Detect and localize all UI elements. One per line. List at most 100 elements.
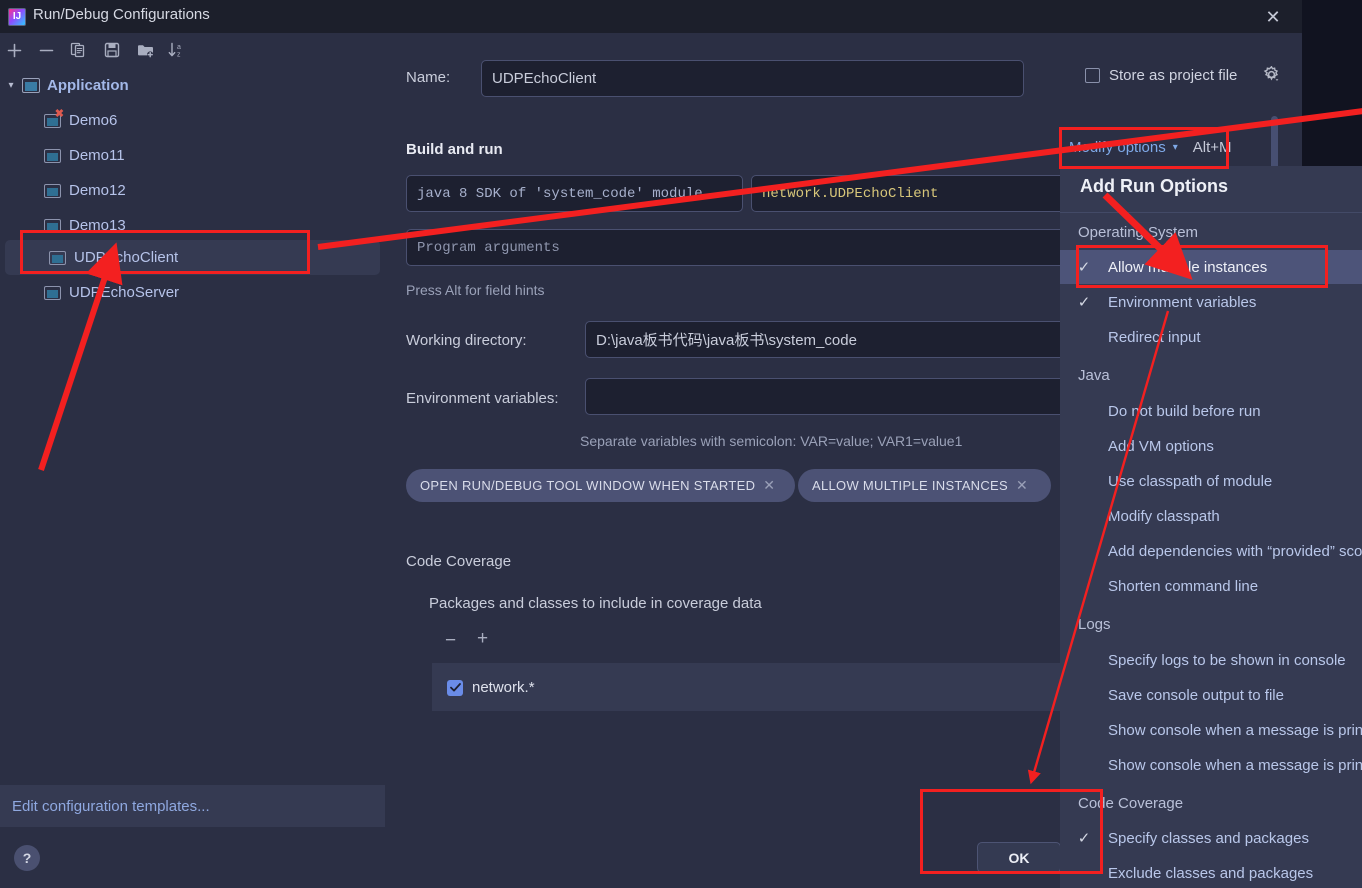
close-icon[interactable]: ✕ — [763, 477, 775, 494]
sidebar-item-demo12[interactable]: Demo12 — [0, 173, 385, 208]
sidebar-item-demo11[interactable]: Demo11 — [0, 138, 385, 173]
menu-item-show-console-stderr[interactable]: Show console when a message is printed t… — [1060, 748, 1362, 782]
sidebar-item-label: Demo12 — [69, 182, 126, 199]
working-directory-label: Working directory: — [406, 332, 527, 349]
menu-item-label: Save console output to file — [1108, 686, 1284, 704]
gear-icon[interactable] — [1263, 65, 1280, 88]
name-label: Name: — [406, 69, 451, 86]
close-icon[interactable]: ✕ — [1016, 477, 1028, 494]
add-icon[interactable] — [0, 34, 28, 66]
coverage-remove-button[interactable]: − — [445, 630, 456, 652]
menu-item-add-vm-options[interactable]: Add VM options — [1060, 429, 1362, 463]
menu-item-label: Environment variables — [1108, 293, 1257, 311]
move-to-folder-icon[interactable] — [131, 34, 159, 66]
menu-item-label: Do not build before run — [1108, 402, 1261, 420]
ok-button[interactable]: OK — [977, 842, 1061, 873]
chip-open-run-debug-tool-window[interactable]: OPEN RUN/DEBUG TOOL WINDOW WHEN STARTED … — [406, 469, 795, 502]
application-folder-icon — [22, 78, 40, 93]
menu-item-specify-classes-and-packages[interactable]: ✓ Specify classes and packages — [1060, 821, 1362, 855]
chevron-down-icon[interactable]: ▾ — [731, 188, 736, 200]
name-input[interactable]: UDPEchoClient — [481, 60, 1024, 97]
svg-text:a: a — [177, 44, 181, 51]
menu-item-label: Redirect input — [1108, 328, 1201, 346]
chevron-down-icon[interactable]: ▾ — [1173, 142, 1178, 153]
menu-item-label: Specify classes and packages — [1108, 829, 1309, 847]
screenshot-root: IJ Run/Debug Configurations ✕ a z ▾ Appl… — [0, 0, 1362, 888]
tree-root-application[interactable]: ▾ Application — [0, 68, 385, 103]
menu-item-label: Exclude classes and packages — [1108, 864, 1314, 882]
config-icon — [44, 218, 61, 233]
coverage-row-label: network.* — [472, 679, 535, 696]
sidebar-item-label: Demo13 — [69, 217, 126, 234]
environment-variables-label: Environment variables: — [406, 390, 559, 407]
sidebar-item-demo6[interactable]: ✖ Demo6 — [0, 103, 385, 138]
menu-item-allow-multiple-instances[interactable]: ✓ Allow multiple instances — [1060, 250, 1362, 284]
menu-group-java: Java — [1078, 367, 1110, 384]
menu-group-operating-system: Operating System — [1078, 224, 1199, 241]
config-icon — [49, 250, 66, 265]
checkbox-checked-icon[interactable] — [447, 679, 463, 696]
menu-item-label: Add dependencies with “provided” scope — [1108, 542, 1362, 560]
menu-item-modify-classpath[interactable]: Modify classpath — [1060, 499, 1362, 533]
store-as-project-file-checkbox[interactable]: Store as project file — [1085, 67, 1237, 84]
chip-allow-multiple-instances[interactable]: ALLOW MULTIPLE INSTANCES ✕ — [798, 469, 1051, 502]
coverage-add-button[interactable]: + — [477, 628, 488, 650]
menu-item-use-classpath-of-module[interactable]: Use classpath of module — [1060, 464, 1362, 498]
chip-label: ALLOW MULTIPLE INSTANCES — [812, 478, 1008, 493]
menu-item-label: Use classpath of module — [1108, 472, 1273, 490]
remove-icon[interactable] — [32, 34, 60, 66]
jre-selector[interactable]: java 8 SDK of 'system_code' module ▾ — [406, 175, 743, 212]
edit-configuration-templates-link[interactable]: Edit configuration templates... — [0, 785, 385, 827]
help-button[interactable]: ? — [14, 845, 40, 871]
sidebar-item-udpechoserver[interactable]: UDPEchoServer — [0, 275, 385, 310]
menu-item-save-console-output-to-file[interactable]: Save console output to file — [1060, 678, 1362, 712]
menu-item-label: Shorten command line — [1108, 577, 1259, 595]
sidebar-item-label: UDPEchoClient — [74, 249, 179, 266]
menu-item-exclude-classes-and-packages[interactable]: Exclude classes and packages — [1060, 856, 1362, 888]
save-icon[interactable] — [98, 34, 126, 66]
sidebar-item-label: UDPEchoServer — [69, 284, 180, 301]
check-icon: ✓ — [1077, 259, 1091, 276]
menu-item-label: Allow multiple instances — [1108, 258, 1268, 276]
jre-value: java 8 SDK of 'system_code' module — [417, 185, 703, 202]
menu-item-specify-logs-shown-in-console[interactable]: Specify logs to be shown in console — [1060, 643, 1362, 677]
modify-options-button[interactable]: Modify options ▾ Alt+M — [1069, 139, 1232, 156]
sidebar-item-udpechoclient[interactable]: UDPEchoClient — [5, 240, 380, 275]
program-arguments-placeholder: Program arguments — [417, 239, 560, 256]
menu-title: Add Run Options — [1080, 176, 1228, 196]
config-icon: ✖ — [44, 108, 64, 128]
sidebar-item-label: Demo6 — [69, 112, 118, 129]
menu-divider — [1060, 212, 1362, 213]
sort-alphabetically-icon[interactable]: a z — [163, 34, 191, 66]
checkbox-box[interactable] — [1085, 68, 1100, 83]
page-title: Run/Debug Configurations — [33, 6, 210, 23]
store-as-project-file-label: Store as project file — [1109, 67, 1238, 84]
check-icon: ✓ — [1077, 294, 1091, 311]
menu-group-logs: Logs — [1078, 616, 1111, 633]
menu-item-add-dependencies-provided-scope[interactable]: Add dependencies with “provided” scope — [1060, 534, 1362, 568]
coverage-row-network[interactable]: network.* — [447, 679, 535, 696]
intellij-idea-icon: IJ — [8, 8, 26, 26]
menu-item-label: Add VM options — [1108, 437, 1214, 455]
copy-icon[interactable] — [64, 34, 92, 66]
menu-item-label: Modify classpath — [1108, 507, 1220, 525]
menu-item-shorten-command-line[interactable]: Shorten command line — [1060, 569, 1362, 603]
dialog-titlebar: IJ Run/Debug Configurations — [0, 0, 1302, 33]
close-icon[interactable]: ✕ — [1255, 4, 1291, 30]
modify-options-label: Modify options — [1069, 139, 1166, 156]
menu-item-show-console-stdout[interactable]: Show console when a message is printed t… — [1060, 713, 1362, 747]
menu-item-do-not-build-before-run[interactable]: Do not build before run — [1060, 394, 1362, 428]
field-hints-note: Press Alt for field hints — [406, 282, 545, 298]
menu-item-label: Show console when a message is printed t… — [1108, 721, 1362, 739]
menu-item-label: Show console when a message is printed t… — [1108, 756, 1362, 774]
configurations-toolbar: a z — [0, 34, 385, 66]
menu-item-environment-variables[interactable]: ✓ Environment variables — [1060, 285, 1362, 319]
menu-group-code-coverage: Code Coverage — [1078, 795, 1184, 812]
menu-item-redirect-input[interactable]: Redirect input — [1060, 320, 1362, 354]
build-and-run-label: Build and run — [406, 141, 503, 158]
chevron-down-icon[interactable]: ▾ — [0, 80, 22, 91]
sidebar-item-demo13[interactable]: Demo13 — [0, 208, 385, 243]
config-icon — [44, 285, 61, 300]
chip-label: OPEN RUN/DEBUG TOOL WINDOW WHEN STARTED — [420, 478, 756, 493]
main-class-value: network.UDPEchoClient — [762, 185, 939, 202]
